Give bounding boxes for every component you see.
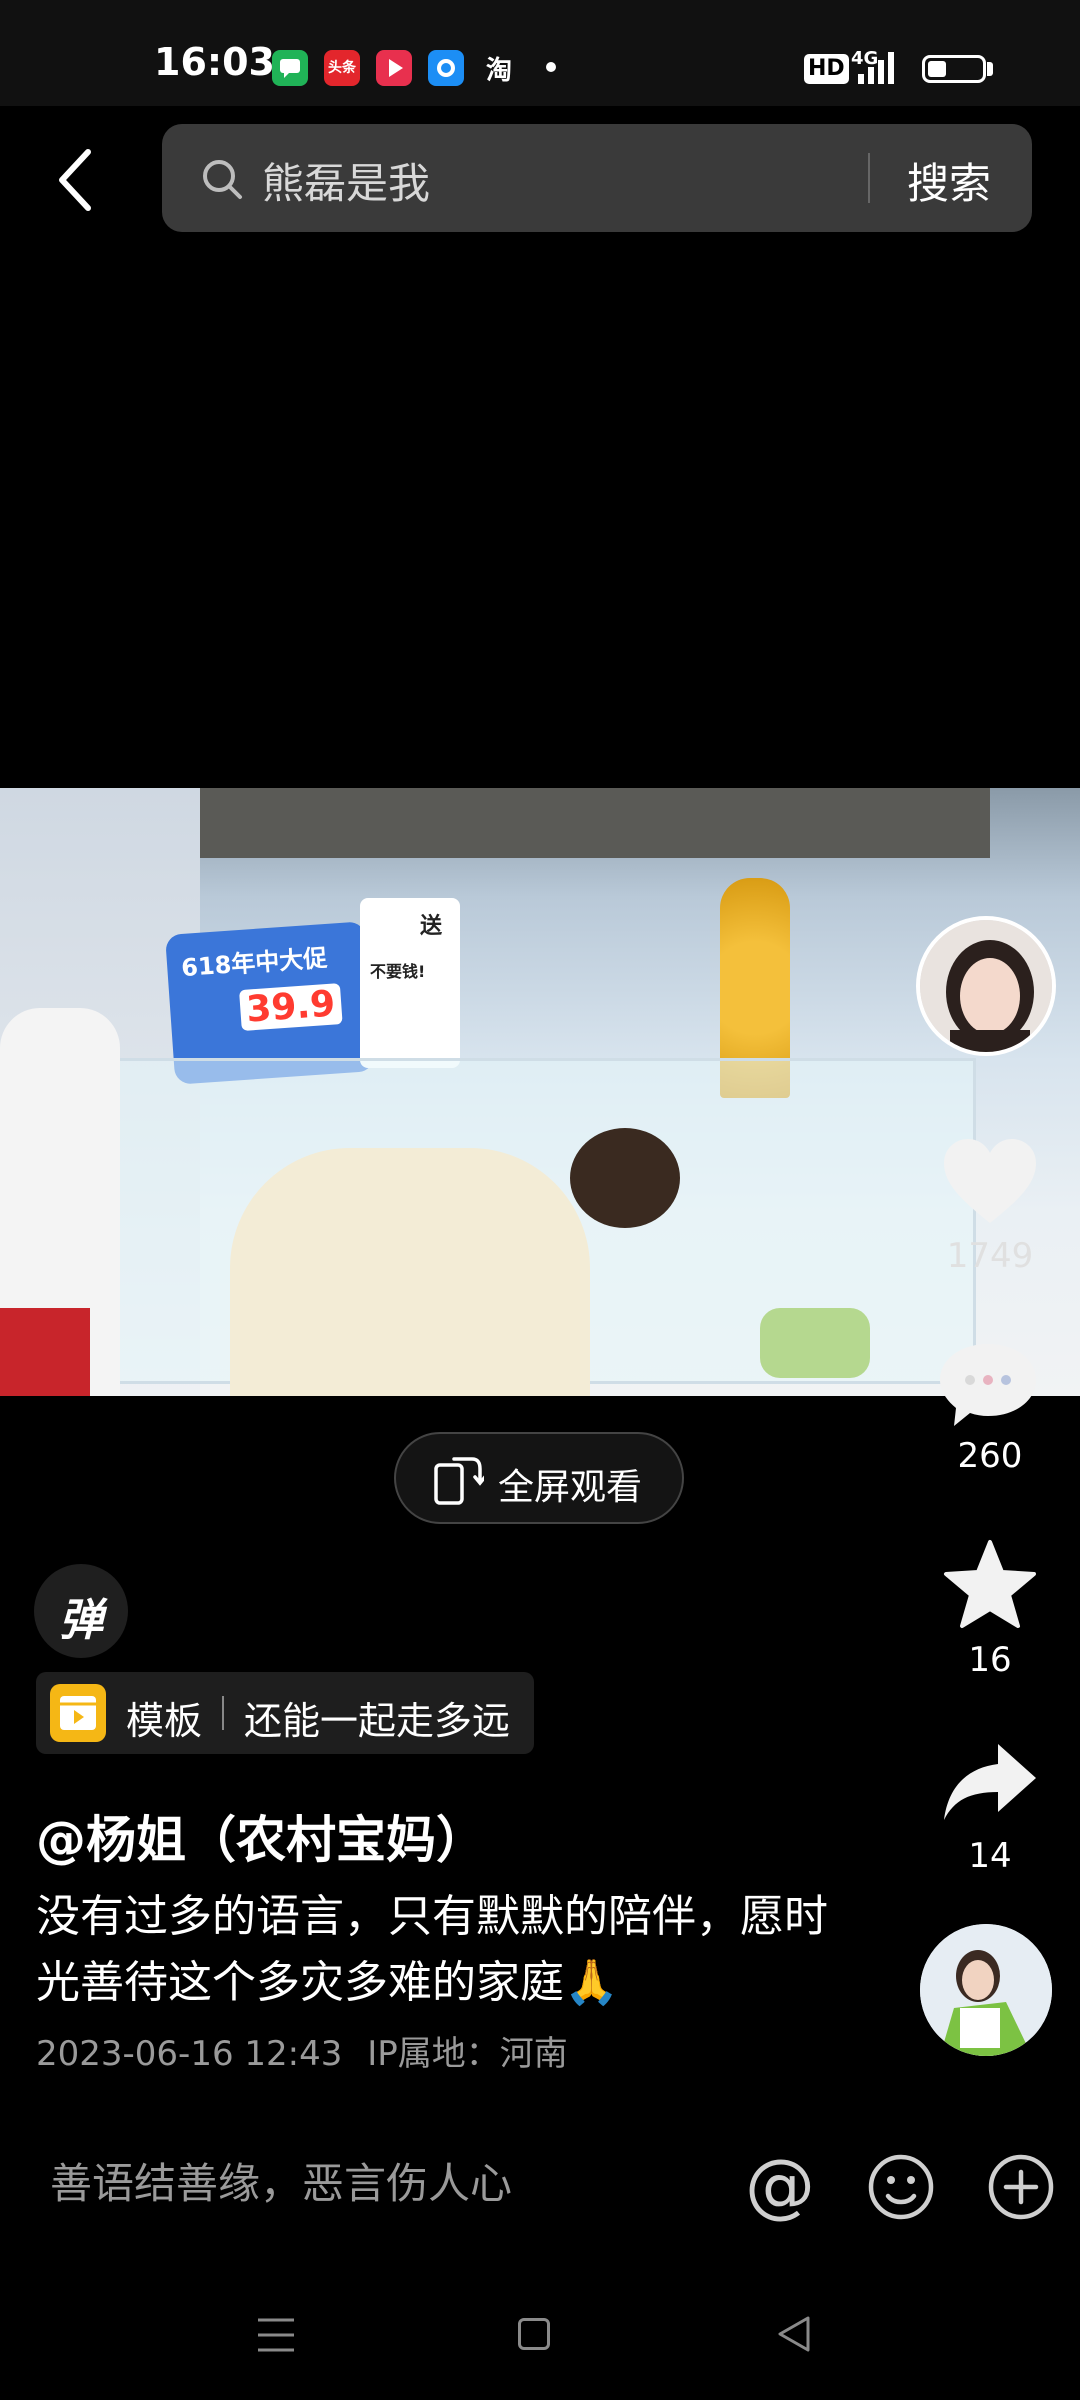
favorite-count: 16 <box>968 1640 1012 1680</box>
comment-input[interactable]: 善语结善缘，恶言伤人心 <box>50 2150 512 2211</box>
comment-count: 260 <box>957 1436 1023 1476</box>
video-player[interactable]: 618年中大促 39.9 送 不要钱! <box>0 788 1080 1396</box>
browser-app-icon <box>428 50 464 86</box>
signal-icon <box>858 52 894 84</box>
video-child-skirt <box>0 1308 90 1396</box>
mention-at-icon[interactable]: @ <box>745 2150 815 2220</box>
template-label: 模板 <box>126 1699 203 1743</box>
add-plus-icon[interactable] <box>986 2152 1056 2222</box>
template-clapper-icon <box>50 1684 106 1742</box>
like-count: 1749 <box>946 1236 1034 1276</box>
battery-tip <box>987 62 993 76</box>
share-arrow-icon[interactable] <box>940 1740 1040 1824</box>
nav-menu-icon[interactable] <box>256 2316 296 2354</box>
status-time: 16:03 <box>154 40 275 84</box>
video-cake <box>760 1308 870 1378</box>
music-avatar[interactable] <box>920 1924 1052 2056</box>
danmaku-label: 弹 <box>59 1595 103 1646</box>
search-input[interactable]: 熊磊是我 <box>262 150 430 211</box>
back-arrow-icon[interactable] <box>48 140 108 220</box>
video-free-gift-sign: 送 不要钱! <box>360 898 460 1068</box>
author-avatar[interactable] <box>916 916 1056 1056</box>
search-divider <box>868 153 870 203</box>
post-meta: 2023-06-16 12:43 IP属地：河南 <box>36 2026 568 2075</box>
fullscreen-label: 全屏观看 <box>498 1467 643 1508</box>
nav-home-icon[interactable] <box>518 2318 550 2350</box>
comment-bubble-icon[interactable] <box>936 1340 1040 1430</box>
taobao-app-icon: 淘 <box>486 56 513 86</box>
toutiao-app-icon: 头条 <box>324 50 360 86</box>
template-separator <box>222 1696 224 1730</box>
search-button[interactable]: 搜索 <box>907 150 991 211</box>
author-name[interactable]: @杨姐（农村宝妈） <box>36 1800 486 1872</box>
video-app-icon <box>376 50 412 86</box>
rotate-screen-icon <box>434 1457 484 1505</box>
notification-dot-icon <box>546 62 556 72</box>
battery-icon <box>922 55 986 83</box>
video-woman-hair <box>570 1128 680 1228</box>
nav-back-icon[interactable] <box>774 2314 814 2354</box>
video-top-shelf <box>170 788 990 858</box>
share-count: 14 <box>968 1836 1012 1876</box>
post-ip-location: IP属地：河南 <box>367 2034 568 2074</box>
messages-app-icon <box>272 50 308 86</box>
favorite-star-icon[interactable] <box>942 1538 1038 1630</box>
template-song-title: 还能一起走多远 <box>244 1699 511 1743</box>
post-timestamp: 2023-06-16 12:43 <box>36 2034 343 2074</box>
hd-badge: HD <box>804 54 849 84</box>
post-description: 没有过多的语言，只有默默的陪伴，愿时光善待这个多灾多难的家庭🙏 <box>36 1891 828 2008</box>
video-woman <box>230 1148 590 1396</box>
emoji-icon[interactable] <box>866 2152 936 2222</box>
like-heart-icon[interactable] <box>940 1135 1040 1227</box>
search-icon <box>203 160 242 199</box>
